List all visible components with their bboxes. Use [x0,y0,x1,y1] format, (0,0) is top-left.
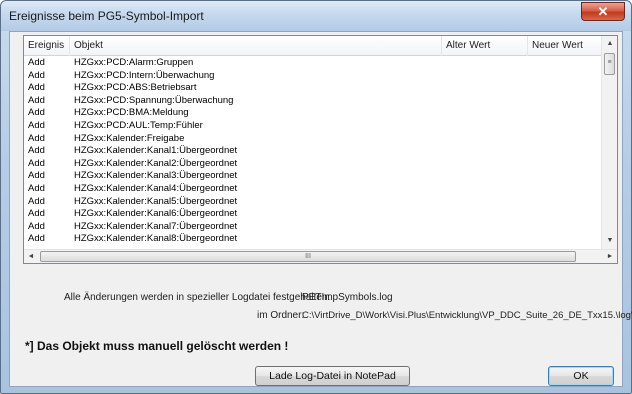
scroll-up-icon[interactable]: ▲ [602,36,618,52]
cell-objekt: HZGxx:Kalender:Kanal3:Übergeordnet [74,170,238,182]
cell-ereignis: Add [28,107,45,119]
cell-ereignis: Add [28,233,45,245]
column-header-alter-wert[interactable]: Alter Wert [442,36,528,56]
cell-ereignis: Add [28,157,45,169]
cell-ereignis: Add [28,182,45,194]
cell-objekt: HZGxx:PCD:AUL:Temp:Fühler [74,119,203,131]
ok-button[interactable]: OK [548,366,614,386]
table-row[interactable]: Add HZGxx:Kalender:Kanal1:Übergeordnet [24,145,602,158]
scroll-right-icon[interactable]: ► [603,250,617,263]
folder-label: im Ordner: [257,310,305,321]
cell-ereignis: Add [28,220,45,232]
cell-objekt: HZGxx:PCD:Alarm:Gruppen [74,57,194,68]
cell-ereignis: Add [28,57,45,68]
horizontal-scroll-thumb[interactable]: III [40,251,576,262]
events-list[interactable]: Ereignis Objekt Alter Wert Neuer Wert Ad… [23,35,618,264]
table-row[interactable]: Add HZGxx:Kalender:Kanal5:Übergeordnet [24,196,602,209]
table-row[interactable]: Add HZGxx:Kalender:Kanal6:Übergeordnet [24,208,602,221]
cell-ereignis: Add [28,82,45,94]
cell-ereignis: Add [28,145,45,157]
column-header-neuer-wert[interactable]: Neuer Wert [528,36,602,56]
cell-ereignis: Add [28,94,45,106]
cell-objekt: HZGxx:PCD:ABS:Betriebsart [74,82,197,94]
cell-ereignis: Add [28,119,45,131]
title-bar[interactable]: Ereignisse beim PG5-Symbol-Import ✕ [1,1,631,31]
cell-ereignis: Add [28,170,45,182]
table-row[interactable]: Add HZGxx:PCD:AUL:Temp:Fühler [24,120,602,133]
table-row[interactable]: Add HZGxx:Kalender:Kanal4:Übergeordnet [24,183,602,196]
vertical-scrollbar[interactable]: ▲ ≡ ▼ [601,36,617,249]
cell-objekt: HZGxx:Kalender:Kanal6:Übergeordnet [74,208,238,220]
cell-objekt: HZGxx:PCD:BMA:Meldung [74,107,189,119]
table-row[interactable]: Add HZGxx:PCD:Spannung:Überwachung [24,95,602,108]
cell-objekt: HZGxx:PCD:Spannung:Überwachung [74,94,234,106]
cell-ereignis: Add [28,132,45,144]
cell-objekt: HZGxx:Kalender:Kanal4:Übergeordnet [74,182,238,194]
window-title: Ereignisse beim PG5-Symbol-Import [9,9,204,23]
list-header: Ereignis Objekt Alter Wert Neuer Wert [24,36,602,56]
table-row[interactable]: Add HZGxx:Kalender:Freigabe [24,133,602,146]
horizontal-scrollbar[interactable]: ◄ III ► [24,249,617,263]
list-rows: Add HZGxx:PCD:Alarm:Gruppen Add HZGxx:PCD:I… [24,57,602,251]
cell-ereignis: Add [28,69,45,81]
load-log-notepad-button[interactable]: Lade Log-Datei in NotePad [255,366,410,386]
vertical-scroll-thumb[interactable]: ≡ [604,53,615,75]
scroll-left-icon[interactable]: ◄ [24,250,38,263]
log-file-value: PETImpSymbols.log [302,292,393,303]
table-row[interactable]: Add HZGxx:PCD:BMA:Meldung [24,107,602,120]
log-file-label: Alle Änderungen werden in spezieller Log… [64,292,331,303]
cell-objekt: HZGxx:Kalender:Kanal5:Übergeordnet [74,195,238,207]
cell-objekt: HZGxx:PCD:Intern:Überwachung [74,69,215,81]
table-row[interactable]: Add HZGxx:Kalender:Kanal8:Übergeordnet [24,233,602,246]
cell-ereignis: Add [28,208,45,220]
cell-objekt: HZGxx:Kalender:Kanal2:Übergeordnet [74,157,238,169]
cell-objekt: HZGxx:Kalender:Kanal8:Übergeordnet [74,233,238,245]
table-row[interactable]: Add HZGxx:Kalender:Kanal7:Übergeordnet [24,221,602,234]
table-row[interactable]: Add HZGxx:PCD:Intern:Überwachung [24,70,602,83]
cell-objekt: HZGxx:Kalender:Freigabe [74,132,185,144]
folder-value: C:\VirtDrive_D\Work\Visi.Plus\Entwicklun… [302,310,632,321]
cell-objekt: HZGxx:Kalender:Kanal1:Übergeordnet [74,145,238,157]
close-button[interactable]: ✕ [581,2,625,21]
table-row[interactable]: Add HZGxx:Kalender:Kanal2:Übergeordnet [24,158,602,171]
table-row[interactable]: Add HZGxx:PCD:Alarm:Gruppen [24,57,602,70]
manual-delete-warning: *] Das Objekt muss manuell gelöscht werd… [25,339,289,353]
column-header-ereignis[interactable]: Ereignis [24,36,70,56]
cell-objekt: HZGxx:Kalender:Kanal7:Übergeordnet [74,220,238,232]
table-row[interactable]: Add HZGxx:Kalender:Kanal3:Übergeordnet [24,170,602,183]
column-header-objekt[interactable]: Objekt [70,36,442,56]
cell-ereignis: Add [28,195,45,207]
table-row[interactable]: Add HZGxx:PCD:ABS:Betriebsart [24,82,602,95]
scroll-down-icon[interactable]: ▼ [602,233,618,249]
